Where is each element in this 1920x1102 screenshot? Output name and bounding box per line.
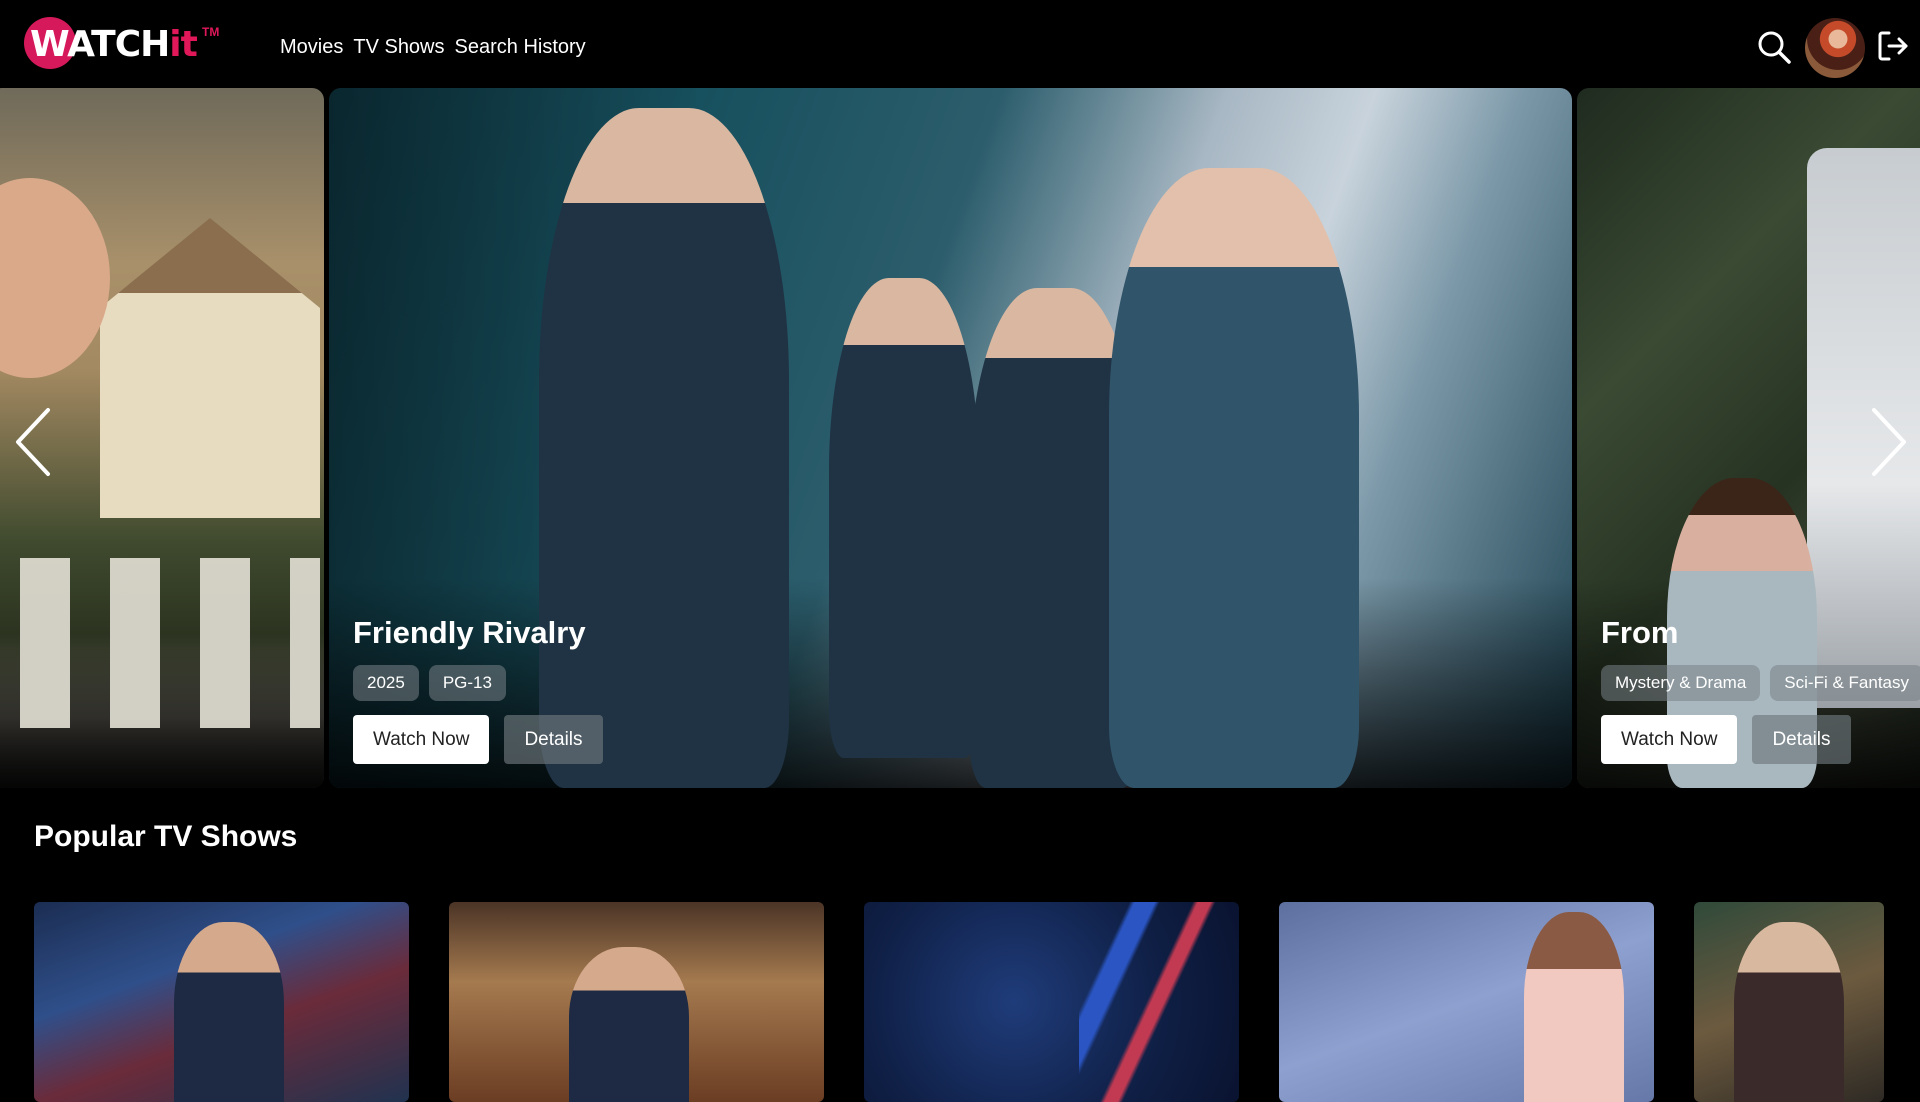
tag-genre: Mystery & Drama	[1601, 665, 1761, 701]
figure-shape	[829, 278, 979, 758]
tag-list: 2025 PG-13	[353, 665, 603, 701]
tag-genre: Sci-Fi & Fantasy	[1770, 665, 1920, 701]
chevron-left-icon[interactable]	[8, 404, 58, 480]
house-shape	[100, 218, 320, 518]
face-shape	[0, 178, 110, 378]
watch-now-button[interactable]: Watch Now	[353, 715, 490, 764]
show-card[interactable]	[1694, 902, 1884, 1102]
popular-tv-shows-row	[34, 902, 1884, 1102]
poster-figure	[1734, 922, 1844, 1102]
nav-link-search-history[interactable]: Search History	[455, 36, 586, 59]
figure-shape	[1109, 168, 1359, 788]
hero-slide-current: Friendly Rivalry 2025 PG-13 Watch Now De…	[329, 88, 1572, 788]
chevron-right-icon[interactable]	[1864, 404, 1914, 480]
poster-figure	[1524, 912, 1624, 1102]
search-icon[interactable]	[1756, 29, 1792, 65]
user-avatar[interactable]	[1805, 18, 1865, 78]
show-card[interactable]	[1279, 902, 1654, 1102]
nav-link-movies[interactable]: Movies	[280, 36, 343, 59]
slide-actions: Watch Now Details	[1601, 715, 1920, 764]
tag-list: Mystery & Drama Sci-Fi & Fantasy	[1601, 665, 1920, 701]
slide-title: Friendly Rivalry	[353, 615, 586, 650]
tag-year: 2025	[353, 665, 419, 701]
logo-wordmark: WATCHit	[30, 24, 198, 65]
show-card[interactable]	[34, 902, 409, 1102]
poster-figure	[174, 922, 284, 1102]
nav-link-tv-shows[interactable]: TV Shows	[353, 36, 444, 59]
slide-info: Friendly Rivalry 2025 PG-13 Watch Now De…	[353, 615, 603, 764]
section-title: Popular TV Shows	[34, 820, 298, 853]
watchit-logo[interactable]: WATCHit TM	[24, 17, 224, 69]
logo-trademark: TM	[202, 25, 220, 39]
tag-rating: PG-13	[428, 665, 506, 701]
details-button[interactable]: Details	[1752, 715, 1851, 764]
show-card[interactable]	[449, 902, 824, 1102]
slide-info: From Mystery & Drama Sci-Fi & Fantasy Wa…	[1601, 615, 1920, 764]
hero-carousel: Friendly Rivalry 2025 PG-13 Watch Now De…	[0, 88, 1920, 788]
logout-icon[interactable]	[1876, 29, 1910, 63]
slide-title: From	[1601, 615, 1679, 650]
fence-shape	[20, 558, 320, 728]
details-button[interactable]: Details	[504, 715, 603, 764]
watch-now-button[interactable]: Watch Now	[1601, 715, 1738, 764]
poster-figure	[569, 947, 689, 1102]
slide-actions: Watch Now Details	[353, 715, 603, 764]
main-nav: Movies TV Shows Search History	[280, 36, 586, 59]
show-card[interactable]	[864, 902, 1239, 1102]
top-navigation-bar: WATCHit TM Movies TV Shows Search Histor…	[0, 0, 1920, 88]
